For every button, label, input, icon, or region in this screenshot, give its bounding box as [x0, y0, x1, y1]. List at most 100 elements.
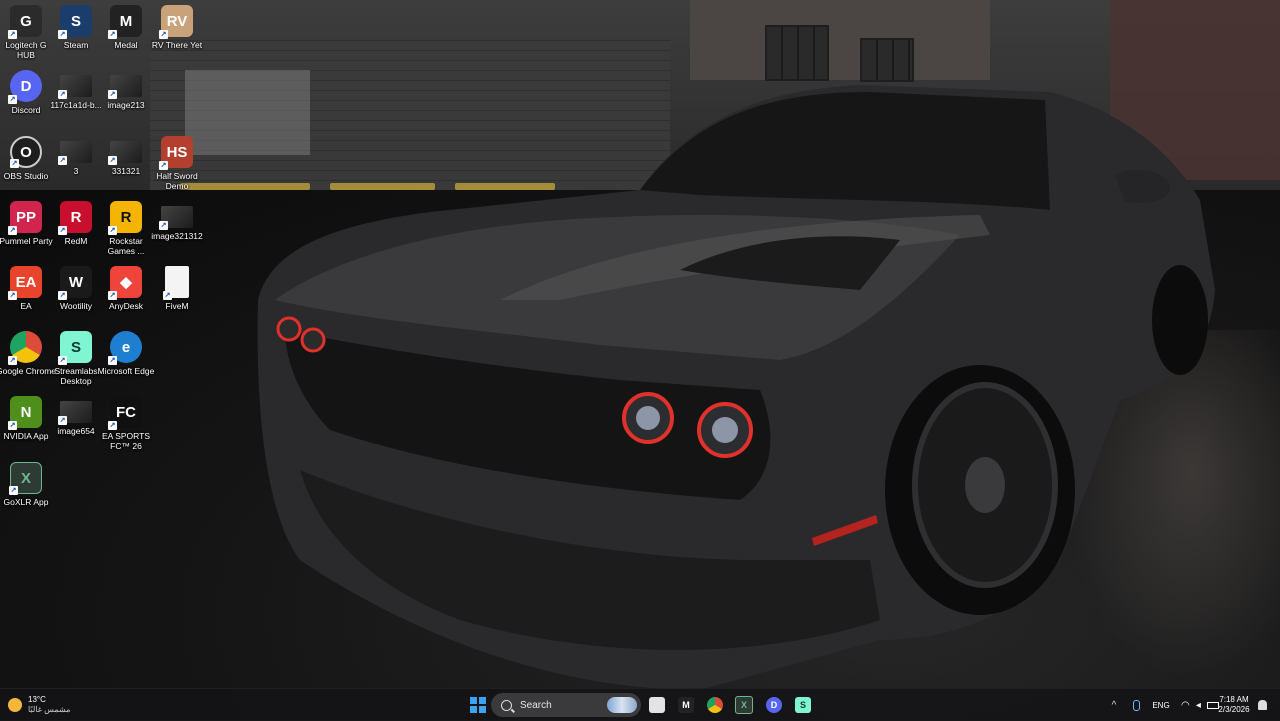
taskbar-app[interactable]: M: [674, 693, 698, 717]
shortcut-arrow-icon: ↗: [58, 156, 67, 165]
streamlabs-icon: S ↗: [58, 331, 92, 365]
icon-glyph: M: [119, 12, 133, 30]
sun-cloud-icon: [8, 698, 22, 712]
icon-glyph: RV: [166, 12, 188, 30]
icon-glyph: D: [20, 77, 32, 95]
shortcut-arrow-icon: ↗: [159, 221, 168, 230]
desktop-shortcut[interactable]: X ↗ GoXLR App: [0, 462, 54, 507]
streamlabs-icon: S: [795, 697, 811, 713]
desktop-shortcut[interactable]: ↗ 331321: [98, 136, 154, 176]
medal-icon: M ↗: [108, 5, 142, 39]
notifications-button[interactable]: [1254, 693, 1270, 717]
chrome-icon: ↗: [8, 331, 42, 365]
icon-glyph: S: [799, 700, 806, 710]
icon-glyph: ◆: [120, 274, 132, 291]
icon-glyph: O: [20, 143, 32, 161]
taskbar-app[interactable]: [645, 693, 669, 717]
desktop-shortcut[interactable]: ↗ FiveM: [149, 266, 205, 311]
clock-date: 2/3/2026: [1218, 705, 1250, 714]
file-explorer-icon: [649, 697, 665, 713]
weather-widget[interactable]: 13°C مشمس غالبًا: [8, 693, 88, 717]
goxlr-icon: X ↗: [9, 462, 42, 495]
icon-glyph: W: [68, 273, 84, 291]
shortcut-arrow-icon: ↗: [8, 30, 17, 39]
ea-icon: EA ↗: [8, 266, 42, 300]
desktop-shortcut[interactable]: HS ↗ Half Sword Demo: [149, 136, 205, 191]
image-file-icon: ↗: [108, 141, 142, 165]
logitech-g-icon: G ↗: [8, 5, 42, 39]
icon-glyph: G: [20, 12, 32, 30]
desktop-shortcut[interactable]: ↗ image213: [98, 70, 154, 110]
clock-time: 7:18 AM: [1219, 695, 1249, 704]
search-icon: [501, 699, 512, 711]
shortcut-arrow-icon: ↗: [108, 226, 117, 235]
desktop-shortcut[interactable]: ↗ image321312: [149, 201, 205, 241]
desktop-shortcut[interactable]: e ↗ Microsoft Edge: [98, 331, 154, 376]
desktop-shortcut[interactable]: ◆ ↗ AnyDesk: [98, 266, 154, 311]
shortcut-arrow-icon: ↗: [108, 156, 117, 165]
shortcut-arrow-icon: ↗: [9, 486, 18, 495]
shortcut-arrow-icon: ↗: [58, 30, 67, 39]
taskbar-app[interactable]: S: [791, 693, 815, 717]
image-file-icon: ↗: [58, 75, 92, 99]
microphone-button[interactable]: [1128, 693, 1144, 717]
shortcut-arrow-icon: ↗: [8, 291, 17, 300]
show-hidden-icons-button[interactable]: ^: [1106, 693, 1122, 717]
image-file-icon: ↗: [58, 141, 92, 165]
icon-glyph: M: [682, 700, 690, 710]
shortcut-arrow-icon: ↗: [58, 226, 67, 235]
desktop-shortcut[interactable]: ↗ image654: [48, 396, 104, 436]
anydesk-icon: ◆ ↗: [108, 266, 142, 300]
desktop-shortcut-label: RV There Yet: [151, 40, 203, 50]
pummel-party-icon: PP ↗: [8, 201, 42, 235]
steam-icon: S ↗: [58, 5, 92, 39]
shortcut-arrow-icon: ↗: [8, 356, 17, 365]
notification-bell-icon: [1257, 700, 1267, 710]
taskbar-app[interactable]: D: [762, 693, 786, 717]
speaker-icon: ◂: [1195, 699, 1201, 711]
icon-glyph: S: [70, 338, 81, 356]
desktop-shortcut[interactable]: G ↗ Logitech G HUB: [0, 5, 54, 60]
image-file-icon: ↗: [159, 206, 193, 230]
icon-glyph: X: [20, 469, 31, 487]
language-button[interactable]: ENG: [1148, 693, 1174, 717]
discord-icon: D ↗: [8, 70, 42, 104]
rockstar-icon: R ↗: [108, 201, 142, 235]
discord-icon: D: [766, 697, 782, 713]
desktop-shortcut-label: GoXLR App: [3, 497, 49, 507]
shortcut-arrow-icon: ↗: [58, 356, 67, 365]
image-file-icon: ↗: [58, 401, 92, 425]
language-indicator: ENG: [1152, 700, 1170, 710]
taskbar-app[interactable]: X: [732, 693, 756, 717]
desktop-shortcut[interactable]: S ↗ Streamlabs Desktop: [48, 331, 104, 386]
half-sword-icon: HS ↗: [159, 136, 193, 170]
taskbar: 13°C مشمس غالبًا Search M X D S ^ ENG ◠ ◂ 7…: [0, 688, 1280, 721]
taskbar-search[interactable]: Search: [491, 693, 641, 717]
icon-glyph: R: [120, 208, 132, 226]
icon-glyph: EA: [15, 273, 37, 291]
chevron-up-icon: ^: [1111, 699, 1117, 711]
desktop-shortcut[interactable]: R ↗ Rockstar Games ...: [98, 201, 154, 256]
icon-glyph: HS: [166, 143, 188, 161]
wifi-icon: ◠: [1181, 699, 1190, 711]
icon-glyph: R: [70, 208, 82, 226]
desktop-shortcut-label: Microsoft Edge: [97, 366, 155, 376]
desktop-shortcut[interactable]: M ↗ Medal: [98, 5, 154, 50]
shortcut-arrow-icon: ↗: [58, 90, 67, 99]
desktop-shortcut[interactable]: FC ↗ EA SPORTS FC™ 26: [98, 396, 154, 451]
shortcut-arrow-icon: ↗: [108, 356, 117, 365]
medal-icon: M: [678, 697, 694, 713]
desktop-shortcut-label: EA SPORTS FC™ 26: [101, 431, 151, 451]
icon-glyph: N: [20, 403, 32, 421]
desktop-shortcut[interactable]: RV ↗ RV There Yet: [149, 5, 205, 50]
icon-glyph: FC: [116, 403, 136, 421]
clock-button[interactable]: 7:18 AM 2/3/2026: [1212, 693, 1256, 717]
weather-desc: مشمس غالبًا: [28, 705, 71, 714]
taskbar-app[interactable]: [703, 693, 727, 717]
shortcut-arrow-icon: ↗: [159, 30, 168, 39]
shortcut-arrow-icon: ↗: [163, 291, 172, 300]
desktop-shortcut-label: Half Sword Demo: [156, 171, 198, 191]
desktop-shortcut-label: FiveM: [165, 301, 189, 311]
start-button[interactable]: [466, 693, 490, 717]
edge-icon: e ↗: [108, 331, 142, 365]
